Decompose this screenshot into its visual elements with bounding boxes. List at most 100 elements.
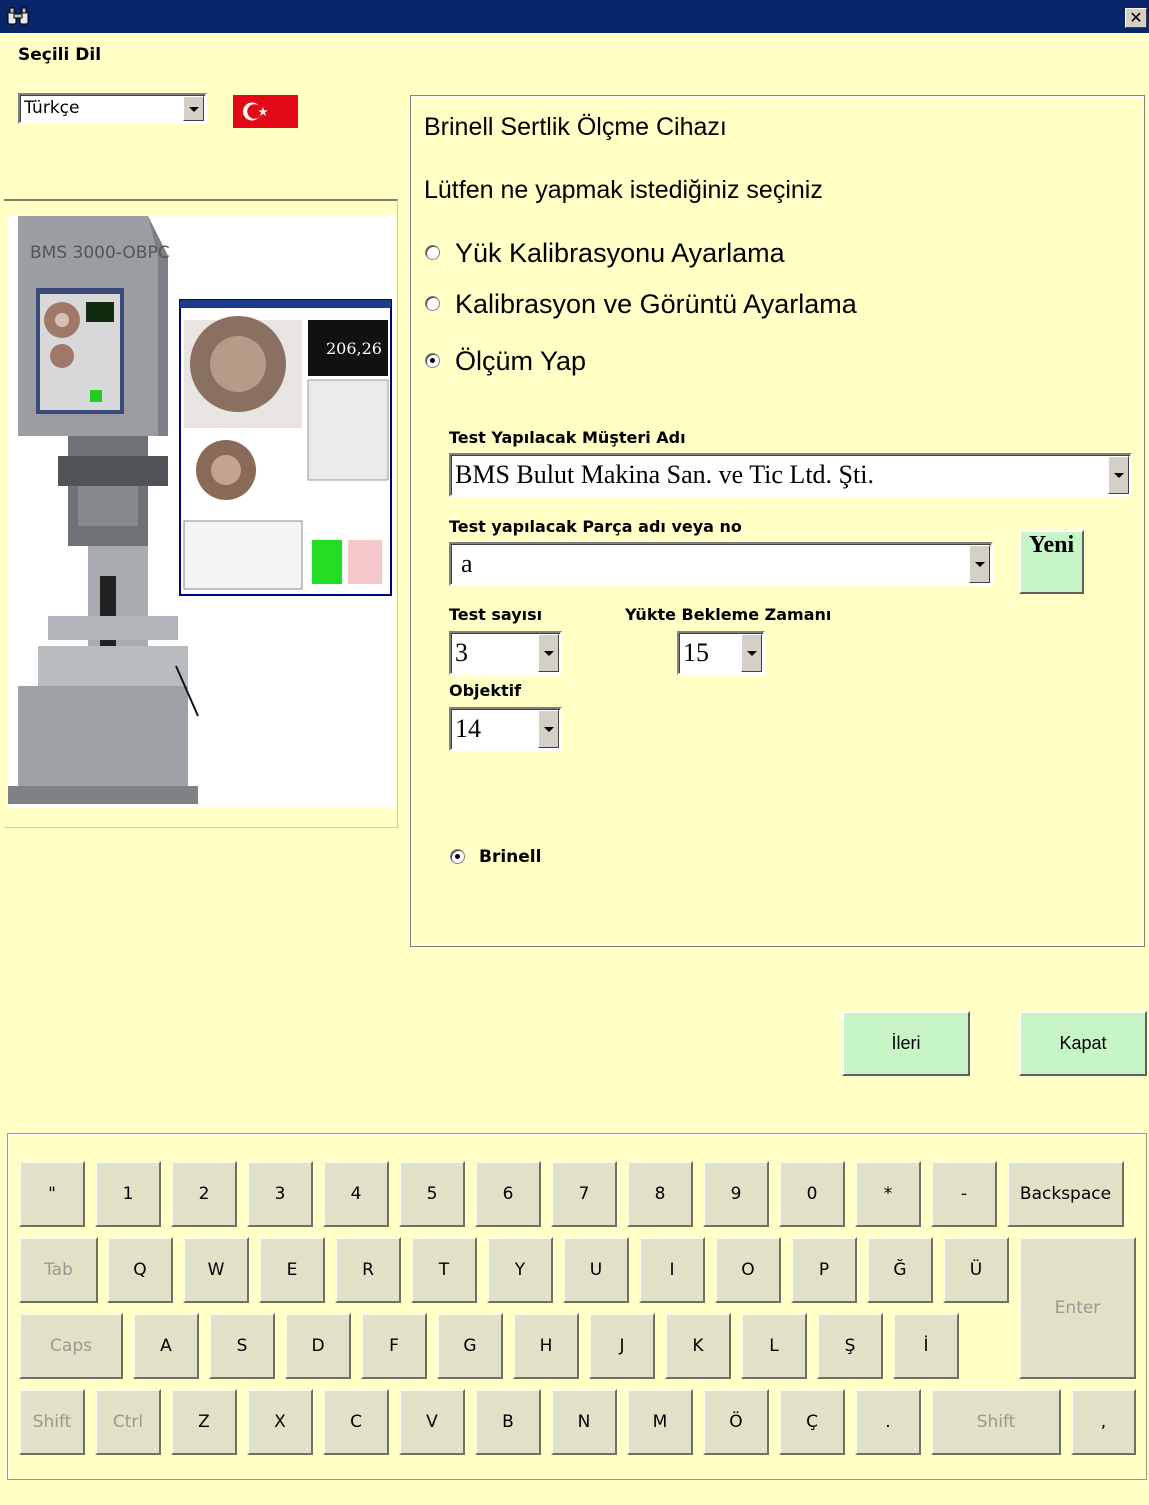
key-minus[interactable]: -: [931, 1161, 997, 1227]
key-period[interactable]: .: [855, 1389, 921, 1455]
brinell-label[interactable]: Brinell: [479, 847, 541, 867]
key-n[interactable]: N: [551, 1389, 617, 1455]
key-u-umlaut[interactable]: Ü: [943, 1237, 1009, 1303]
key-m[interactable]: M: [627, 1389, 693, 1455]
turkey-flag-icon[interactable]: [233, 95, 298, 128]
language-select-value: Türkçe: [24, 98, 80, 118]
chevron-down-icon[interactable]: [1108, 456, 1129, 494]
wait-time-value: 15: [683, 638, 709, 667]
option-measure[interactable]: Ölçüm Yap: [455, 346, 586, 377]
chevron-down-icon[interactable]: [183, 96, 204, 121]
key-j[interactable]: J: [589, 1313, 655, 1379]
key-0[interactable]: 0: [779, 1161, 845, 1227]
key-shift-right[interactable]: Shift: [931, 1389, 1061, 1455]
key-c-cedilla[interactable]: Ç: [779, 1389, 845, 1455]
machine-photo: BMS 3000-OBPC 206,26: [8, 216, 396, 807]
key-d[interactable]: D: [285, 1313, 351, 1379]
test-count-value: 3: [455, 638, 468, 667]
key-q[interactable]: Q: [107, 1237, 173, 1303]
key-8[interactable]: 8: [627, 1161, 693, 1227]
key-u[interactable]: U: [563, 1237, 629, 1303]
customer-select[interactable]: BMS Bulut Makina San. ve Tic Ltd. Şti.: [449, 453, 1132, 497]
part-select-value: a: [461, 549, 473, 578]
new-part-button[interactable]: Yeni: [1019, 530, 1084, 594]
key-g-breve[interactable]: Ğ: [867, 1237, 933, 1303]
key-s-cedilla[interactable]: Ş: [817, 1313, 883, 1379]
radio-measure[interactable]: [425, 353, 440, 368]
title-bar: ✕: [0, 0, 1149, 33]
panel-prompt: Lütfen ne yapmak istediğiniz seçiniz: [424, 176, 823, 204]
chevron-down-icon[interactable]: [741, 634, 762, 672]
key-backspace[interactable]: Backspace: [1007, 1161, 1124, 1227]
chevron-down-icon[interactable]: [969, 545, 990, 583]
key-g[interactable]: G: [437, 1313, 503, 1379]
key-w[interactable]: W: [183, 1237, 249, 1303]
chevron-down-icon[interactable]: [538, 710, 559, 748]
option-image-calibration[interactable]: Kalibrasyon ve Görüntü Ayarlama: [455, 289, 857, 320]
close-button[interactable]: Kapat: [1019, 1011, 1147, 1076]
objective-label: Objektif: [449, 681, 522, 700]
key-y[interactable]: Y: [487, 1237, 553, 1303]
key-7[interactable]: 7: [551, 1161, 617, 1227]
binoculars-icon: [7, 7, 29, 25]
key-x[interactable]: X: [247, 1389, 313, 1455]
key-i-dotted[interactable]: İ: [893, 1313, 959, 1379]
radio-brinell[interactable]: [450, 849, 465, 864]
key-1[interactable]: 1: [95, 1161, 161, 1227]
test-count-select[interactable]: 3: [449, 631, 562, 675]
key-i[interactable]: I: [639, 1237, 705, 1303]
key-c[interactable]: C: [323, 1389, 389, 1455]
key-o[interactable]: O: [715, 1237, 781, 1303]
next-button[interactable]: İleri: [842, 1011, 970, 1076]
key-3[interactable]: 3: [247, 1161, 313, 1227]
key-b[interactable]: B: [475, 1389, 541, 1455]
key-k[interactable]: K: [665, 1313, 731, 1379]
chevron-down-icon[interactable]: [538, 634, 559, 672]
key-f[interactable]: F: [361, 1313, 427, 1379]
key-o-umlaut[interactable]: Ö: [703, 1389, 769, 1455]
part-select[interactable]: a: [449, 542, 993, 586]
key-shift-left[interactable]: Shift: [19, 1389, 85, 1455]
key-6[interactable]: 6: [475, 1161, 541, 1227]
key-p[interactable]: P: [791, 1237, 857, 1303]
key-t[interactable]: T: [411, 1237, 477, 1303]
crescent-star-icon: [243, 102, 268, 121]
key-a[interactable]: A: [133, 1313, 199, 1379]
panel-title: Brinell Sertlik Ölçme Cihazı: [424, 113, 727, 141]
option-load-calibration[interactable]: Yük Kalibrasyonu Ayarlama: [455, 238, 785, 269]
radio-load-calibration[interactable]: [425, 245, 440, 260]
part-label: Test yapılacak Parça adı veya no: [449, 517, 742, 536]
key-quote[interactable]: ": [19, 1161, 85, 1227]
key-ctrl[interactable]: Ctrl: [95, 1389, 161, 1455]
key-9[interactable]: 9: [703, 1161, 769, 1227]
key-5[interactable]: 5: [399, 1161, 465, 1227]
key-caps[interactable]: Caps: [19, 1313, 123, 1379]
close-icon[interactable]: ✕: [1125, 8, 1147, 28]
wait-time-select[interactable]: 15: [677, 631, 765, 675]
key-asterisk[interactable]: *: [855, 1161, 921, 1227]
key-enter[interactable]: Enter: [1019, 1237, 1136, 1379]
wait-time-label: Yükte Bekleme Zamanı: [625, 605, 832, 624]
key-h[interactable]: H: [513, 1313, 579, 1379]
key-r[interactable]: R: [335, 1237, 401, 1303]
key-z[interactable]: Z: [171, 1389, 237, 1455]
language-select[interactable]: Türkçe: [18, 93, 207, 124]
key-4[interactable]: 4: [323, 1161, 389, 1227]
hardness-reading: 206,26: [326, 339, 382, 358]
key-s[interactable]: S: [209, 1313, 275, 1379]
key-e[interactable]: E: [259, 1237, 325, 1303]
radio-image-calibration[interactable]: [425, 296, 440, 311]
key-v[interactable]: V: [399, 1389, 465, 1455]
key-tab[interactable]: Tab: [19, 1237, 98, 1303]
model-label: BMS 3000-OBPC: [30, 243, 170, 263]
customer-label: Test Yapılacak Müşteri Adı: [449, 428, 686, 447]
hardness-tester-illustration: BMS 3000-OBPC 206,26: [8, 216, 392, 804]
objective-value: 14: [455, 714, 481, 743]
key-2[interactable]: 2: [171, 1161, 237, 1227]
test-count-label: Test sayısı: [449, 605, 543, 624]
language-label: Seçili Dil: [18, 45, 102, 65]
key-l[interactable]: L: [741, 1313, 807, 1379]
key-comma[interactable]: ,: [1071, 1389, 1136, 1455]
objective-select[interactable]: 14: [449, 707, 562, 751]
customer-select-value: BMS Bulut Makina San. ve Tic Ltd. Şti.: [455, 460, 874, 489]
